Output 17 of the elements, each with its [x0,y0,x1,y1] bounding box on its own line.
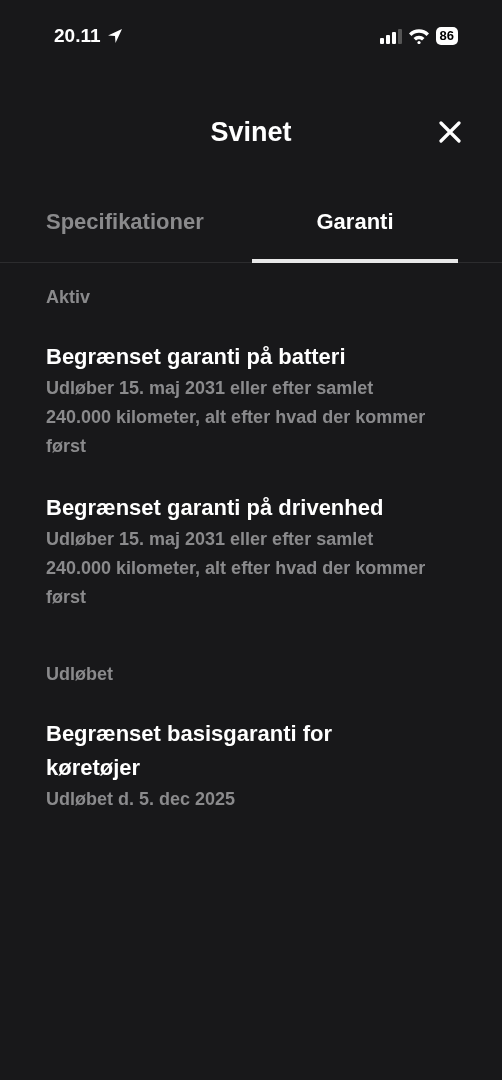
status-time: 20.11 [54,25,101,47]
section-heading: Aktiv [46,287,91,308]
location-arrow-icon [106,28,123,44]
warranty-detail: Udløber 15. maj 2031 eller efter samlet 240.000 kilometer, alt efter hvad der kommer først [46,528,427,609]
battery-indicator: 86 [435,27,458,45]
warranty-title: Begrænset basisgaranti for køretøjer [46,720,334,782]
warranty-detail: Udløber 15. maj 2031 eller efter samlet 240.000 kilometer, alt efter hvad der kommer først [46,377,427,458]
close-icon [439,121,461,143]
signal-icon [379,28,402,44]
tab[interactable]: Specifikationer [46,209,252,263]
warranty-detail: Udløbet d. 5. dec 2025 [46,788,237,811]
warranty-title: Begrænset garanti på drivenhed [46,494,385,522]
wifi-icon [407,28,430,44]
section-heading: Udløbet [46,664,114,685]
tab[interactable]: Garanti [252,209,458,263]
warranty-title: Begrænset garanti på batteri [46,343,347,371]
page-title: Svinet [210,116,292,148]
